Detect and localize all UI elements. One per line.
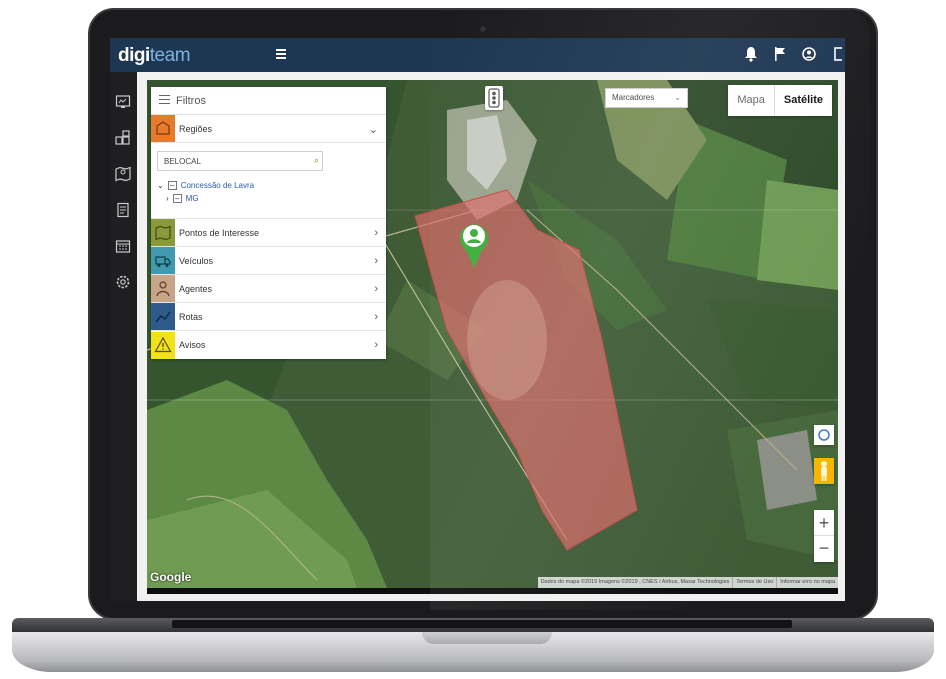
settings-icon[interactable] <box>115 274 131 290</box>
traffic-light-icon[interactable] <box>485 86 503 110</box>
search-icon[interactable]: ⌕ <box>314 155 319 166</box>
content-border <box>838 72 845 595</box>
modules-icon[interactable] <box>115 130 131 146</box>
window-icon[interactable] <box>831 46 845 62</box>
zoom-control: + − <box>814 510 834 562</box>
filter-item-label: Avisos <box>179 340 206 350</box>
content-border <box>137 72 147 595</box>
zoom-in-button[interactable]: + <box>814 510 834 536</box>
laptop-notch <box>422 632 552 644</box>
chevron-down-icon: ⌄ <box>674 93 681 102</box>
map-type-control: Mapa Satélite <box>728 85 832 116</box>
user-icon[interactable] <box>802 46 816 62</box>
left-sidebar <box>110 72 137 601</box>
regions-content: ⌕ ⌄ – Concessão de Lavra › – MG <box>151 143 386 219</box>
panel-title: Filtros <box>176 94 206 107</box>
filter-item-label: Agentes <box>179 283 213 294</box>
terms-link[interactable]: Termos de Uso <box>732 577 776 588</box>
report-error-link[interactable]: Informar erro no mapa <box>776 577 838 588</box>
truck-icon <box>151 247 175 274</box>
flag-icon[interactable] <box>773 46 787 62</box>
laptop-base <box>12 618 934 674</box>
filter-vehicles-row[interactable]: Veículos › <box>151 247 386 275</box>
zoom-out-button[interactable]: − <box>814 536 834 562</box>
markers-select[interactable]: Marcadores ⌄ <box>605 88 688 108</box>
region-tree: ⌄ – Concessão de Lavra › – MG <box>157 179 380 205</box>
map-icon <box>151 219 175 246</box>
map-attribution: Dados do mapa ©2019 Imagens ©2019 , CNES… <box>537 577 838 588</box>
region-search-input[interactable] <box>157 151 323 171</box>
chevron-right-icon: › <box>374 255 378 267</box>
tree-item-label: MG <box>185 194 199 203</box>
report-icon[interactable] <box>115 202 131 218</box>
tree-item[interactable]: › – MG <box>157 192 380 205</box>
dashboard-icon[interactable] <box>115 94 131 110</box>
logo-bold-text: digi <box>118 45 150 66</box>
app-logo[interactable]: digiteam <box>118 45 191 67</box>
partial-checkbox[interactable]: – <box>172 194 182 203</box>
filter-regions-row[interactable]: Regiões ⌄ <box>151 115 386 143</box>
filter-panel: Filtros Regiões ⌄ ⌕ ⌄ – Concessã <box>151 87 386 359</box>
warning-icon <box>151 331 175 359</box>
chevron-down-icon[interactable]: ⌄ <box>157 181 164 190</box>
map-type-satellite-button[interactable]: Satélite <box>775 85 832 116</box>
route-icon <box>151 303 175 330</box>
tree-item[interactable]: ⌄ – Concessão de Lavra <box>157 179 380 192</box>
content-border <box>137 594 845 601</box>
filter-warnings-row[interactable]: Avisos › <box>151 331 386 359</box>
menu-toggle-icon[interactable] <box>276 49 286 61</box>
chevron-right-icon: › <box>374 227 378 239</box>
map-pin-icon[interactable] <box>115 166 131 182</box>
satellite-map[interactable]: Marcadores ⌄ Mapa Satélite + − Google Dad… <box>147 80 838 588</box>
attribution-text: Dados do mapa ©2019 Imagens ©2019 , CNES… <box>540 579 730 585</box>
tree-item-label: Concessão de Lavra <box>180 181 255 190</box>
chevron-right-icon[interactable]: › <box>166 194 169 203</box>
agent-icon <box>151 275 175 302</box>
filter-item-label: Veículos <box>179 255 214 266</box>
calendar-icon[interactable] <box>115 238 131 254</box>
filter-poi-row[interactable]: Pontos de Interesse › <box>151 219 386 247</box>
chevron-down-icon: ⌄ <box>368 124 378 136</box>
markers-select-label: Marcadores <box>612 93 655 102</box>
filter-routes-row[interactable]: Rotas › <box>151 303 386 331</box>
chevron-right-icon: › <box>374 311 378 323</box>
street-view-pegman-icon[interactable] <box>814 458 834 484</box>
hamburger-icon[interactable] <box>159 94 170 107</box>
regions-label: Regiões <box>179 123 213 134</box>
map-type-map-button[interactable]: Mapa <box>728 85 775 116</box>
agent-marker-icon[interactable] <box>458 220 490 270</box>
filter-agents-row[interactable]: Agentes › <box>151 275 386 303</box>
app-screen: digiteam Marcadores ⌄ Mapa Satélite + − … <box>110 38 845 601</box>
partial-checkbox[interactable]: – <box>167 181 177 190</box>
logo-light-text: team <box>149 45 191 66</box>
top-bar: digiteam <box>110 38 845 72</box>
filter-item-label: Rotas <box>179 311 203 322</box>
camera-icon <box>480 26 486 32</box>
chevron-right-icon: › <box>374 339 378 351</box>
rotate-map-button[interactable] <box>814 425 834 445</box>
google-logo: Google <box>150 570 192 584</box>
filter-item-label: Pontos de Interesse <box>179 227 260 238</box>
content-border <box>137 72 845 80</box>
region-icon <box>151 115 175 142</box>
bell-icon[interactable] <box>744 46 758 62</box>
chevron-right-icon: › <box>374 283 378 295</box>
filter-panel-header[interactable]: Filtros <box>151 87 386 115</box>
